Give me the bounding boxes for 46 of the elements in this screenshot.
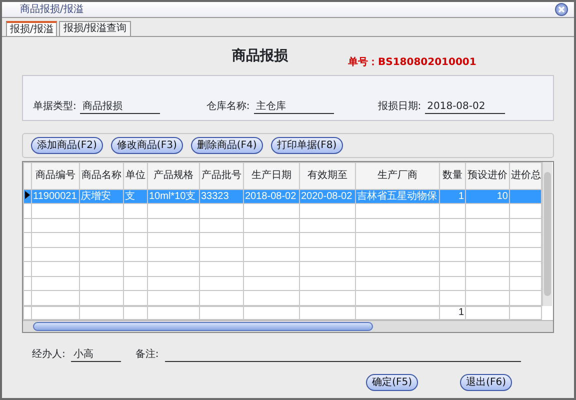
column-header[interactable]: 产品规格: [148, 162, 200, 190]
field-label: 单据类型:: [33, 100, 76, 114]
table-cell: 2020-08-02: [301, 190, 352, 202]
window-title: 商品报损/报溢: [20, 2, 84, 17]
form-heading: 商品报损: [232, 46, 288, 66]
input-field[interactable]: 主仓库: [254, 100, 334, 114]
toolbar-button[interactable]: 删除商品(F4): [190, 137, 263, 154]
toolbar-button[interactable]: 修改商品(F3): [110, 137, 183, 154]
input-field[interactable]: 商品报损: [80, 100, 160, 114]
input-field[interactable]: 2018-08-02: [425, 100, 506, 114]
dialog-button[interactable]: 退出(F6): [460, 374, 512, 391]
column-header[interactable]: 预设进价: [466, 162, 510, 190]
column-header[interactable]: 商品名称: [80, 162, 124, 190]
toolbar-button[interactable]: 打印单据(F8): [270, 137, 343, 154]
column-header[interactable]: 生产厂商: [356, 162, 440, 190]
field-label: 报损日期:: [378, 100, 422, 114]
field-label: 仓库名称:: [206, 100, 250, 114]
column-header[interactable]: 单位: [124, 162, 148, 190]
tab[interactable]: 报损/报溢: [6, 21, 58, 36]
table-cell: 支: [125, 190, 135, 202]
column-header[interactable]: 商品编号: [32, 162, 80, 190]
tab[interactable]: 报损/报溢查询: [59, 21, 131, 36]
table-cell: 1: [458, 190, 464, 202]
toolbar-button[interactable]: 添加商品(F2): [31, 137, 103, 154]
table-cell: 10: [496, 190, 508, 202]
column-header[interactable]: 产品批号: [200, 162, 244, 190]
table-cell: 11900021: [33, 190, 77, 202]
field-label: 备注:: [135, 348, 159, 362]
table-cell: 庆增安: [81, 190, 111, 202]
column-header[interactable]: 数量: [440, 162, 466, 190]
column-header[interactable]: 有效期至: [300, 162, 356, 190]
total-cell: 1: [458, 307, 464, 318]
field-label: 经办人:: [32, 348, 66, 362]
table-cell: 33323: [201, 190, 229, 202]
order-number: 单号：BS180802010001: [348, 56, 476, 70]
vertical-scrollbar[interactable]: [542, 162, 552, 306]
close-button[interactable]: [555, 3, 568, 16]
column-header[interactable]: 生产日期: [244, 162, 300, 190]
table-cell: 2018-08-02: [245, 190, 296, 202]
table-cell: 吉林省五星动物保: [357, 190, 437, 202]
dialog-button[interactable]: 确定(F5): [366, 374, 418, 391]
input-field[interactable]: 小高: [71, 348, 122, 362]
column-header[interactable]: 进价总: [510, 162, 542, 190]
close-icon: [558, 6, 565, 13]
table-cell: 10ml*10支: [149, 190, 196, 202]
horizontal-scrollbar[interactable]: [23, 320, 553, 332]
